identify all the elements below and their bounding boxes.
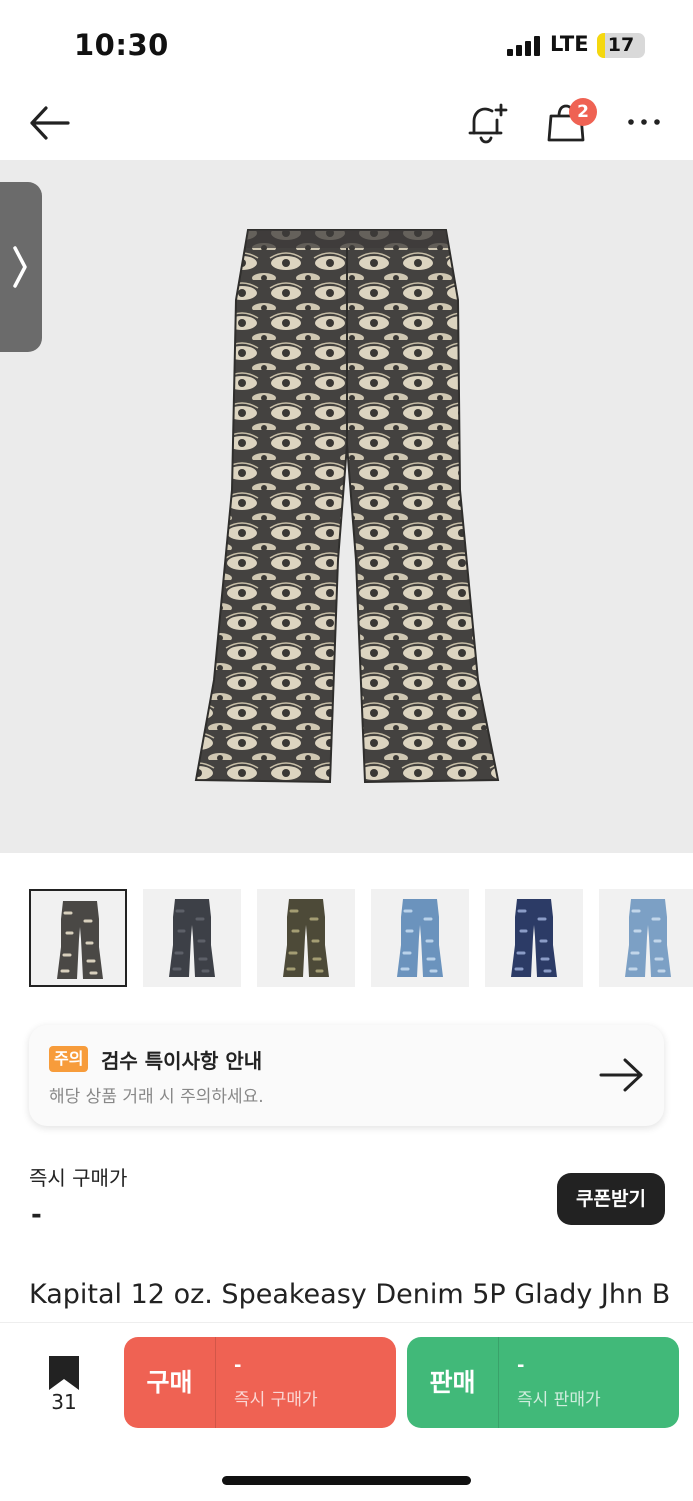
thumbnail-light-blue-patched-jeans[interactable] (371, 889, 469, 987)
battery-level: 17 (607, 34, 635, 56)
chevron-right-icon (13, 246, 27, 288)
status-time: 10:30 (74, 28, 169, 62)
thumbnail-dark-grey-jeans[interactable] (143, 889, 241, 987)
more-horizontal-icon (628, 119, 660, 125)
thumbnail-jeans-image (397, 899, 443, 977)
buy-label: 구매 (146, 1368, 193, 1397)
signal-icon (507, 36, 543, 56)
arrow-right-icon (599, 1058, 643, 1092)
instant-buy-price-label: 즉시 구매가 (29, 1166, 128, 1190)
thumbnail-jeans-image (169, 899, 215, 977)
sell-price-caption: 즉시 판매가 (517, 1390, 601, 1410)
thumbnail-jeans-image (283, 899, 329, 977)
bookmark-icon (49, 1356, 79, 1390)
arrow-left-icon (30, 106, 70, 140)
bookmark-button[interactable] (47, 1354, 81, 1392)
side-drawer-handle[interactable] (0, 182, 42, 352)
thumbnail-jeans-image (511, 899, 557, 977)
notice-title: 검수 특이사항 안내 (101, 1049, 263, 1073)
buy-price-value: - (234, 1355, 242, 1376)
product-image[interactable] (0, 160, 693, 853)
thumbnail-light-blue-print-jeans[interactable] (599, 889, 693, 987)
thumbnail-khaki-print-jeans[interactable] (257, 889, 355, 987)
alert-button[interactable] (464, 100, 510, 146)
thumbnail-jeans-image (57, 901, 103, 979)
notice-subtitle: 해당 상품 거래 시 주의하세요. (49, 1087, 264, 1107)
get-coupon-button[interactable]: 쿠폰받기 (557, 1173, 665, 1225)
home-indicator (222, 1476, 471, 1485)
battery-icon: 17 (597, 33, 645, 58)
inspection-notice-card[interactable]: 주의 검수 특이사항 안내 해당 상품 거래 시 주의하세요. (29, 1025, 664, 1126)
instant-buy-price-value: - (31, 1200, 42, 1230)
buy-button[interactable]: 구매 - 즉시 구매가 (124, 1337, 396, 1428)
buy-price-caption: 즉시 구매가 (234, 1390, 318, 1410)
cart-count-badge: 2 (569, 98, 597, 126)
buy-divider (215, 1337, 216, 1428)
sell-button[interactable]: 판매 - 즉시 판매가 (407, 1337, 679, 1428)
bell-plus-icon (468, 103, 508, 144)
back-button[interactable] (28, 103, 72, 143)
thumbnail-indigo-print-jeans[interactable] (485, 889, 583, 987)
thumbnail-eye-print-black-jeans[interactable] (29, 889, 127, 987)
more-button[interactable] (626, 110, 662, 134)
sell-label: 판매 (429, 1368, 476, 1397)
bookmark-count: 31 (51, 1390, 77, 1414)
sell-divider (498, 1337, 499, 1428)
caution-badge: 주의 (49, 1046, 89, 1072)
network-type: LTE (550, 32, 589, 56)
thumbnail-jeans-image (625, 899, 671, 977)
sell-price-value: - (517, 1355, 525, 1376)
product-title: Kapital 12 oz. Speakeasy Denim 5P Glady … (29, 1279, 669, 1310)
